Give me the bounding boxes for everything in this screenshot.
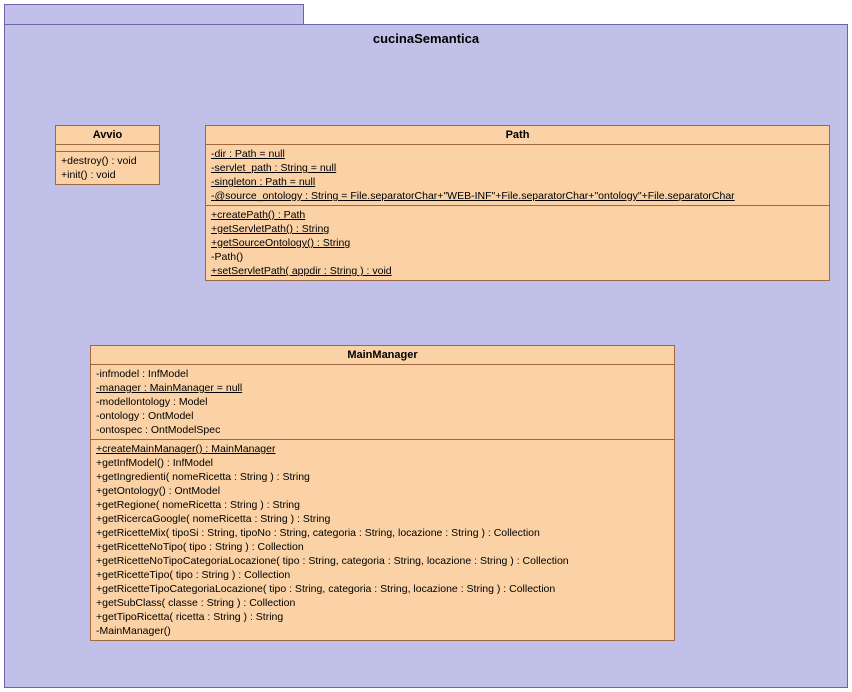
attributes-compartment: -dir : Path = null -servlet_path : Strin…: [206, 145, 829, 206]
attribute: -dir : Path = null: [211, 147, 824, 161]
uml-package: cucinaSemantica Avvio +destroy() : void …: [4, 4, 848, 688]
operation: +getTipoRicetta( ricetta : String ) : St…: [96, 610, 669, 624]
operation: +getServletPath() : String: [211, 222, 824, 236]
attributes-compartment: -infmodel : InfModel -manager : MainMana…: [91, 365, 674, 440]
attribute: -ontology : OntModel: [96, 409, 669, 423]
operation: +getRicetteTipoCategoriaLocazione( tipo …: [96, 582, 669, 596]
attribute: -modellontology : Model: [96, 395, 669, 409]
package-body: cucinaSemantica Avvio +destroy() : void …: [4, 24, 848, 688]
operation: -MainManager(): [96, 624, 669, 638]
operation: +createPath() : Path: [211, 208, 824, 222]
attribute: -@source_ontology : String = File.separa…: [211, 189, 824, 203]
operation: +getRegione( nomeRicetta : String ) : St…: [96, 498, 669, 512]
class-avvio: Avvio +destroy() : void +init() : void: [55, 125, 160, 185]
operation: +getRicetteMix( tipoSi : String, tipoNo …: [96, 526, 669, 540]
operation: +destroy() : void: [61, 154, 154, 168]
operation: +init() : void: [61, 168, 154, 182]
attribute: -singleton : Path = null: [211, 175, 824, 189]
operation: +getRicetteNoTipo( tipo : String ) : Col…: [96, 540, 669, 554]
attribute: -manager : MainManager = null: [96, 381, 669, 395]
attribute: -ontospec : OntModelSpec: [96, 423, 669, 437]
class-mainmanager: MainManager -infmodel : InfModel -manage…: [90, 345, 675, 641]
operation: +getOntology() : OntModel: [96, 484, 669, 498]
class-title: MainManager: [91, 346, 674, 365]
operation: +getSubClass( classe : String ) : Collec…: [96, 596, 669, 610]
class-path: Path -dir : Path = null -servlet_path : …: [205, 125, 830, 281]
operations-compartment: +createPath() : Path +getServletPath() :…: [206, 206, 829, 280]
operation: +getSourceOntology() : String: [211, 236, 824, 250]
operation: +getIngredienti( nomeRicetta : String ) …: [96, 470, 669, 484]
class-title: Path: [206, 126, 829, 145]
operations-compartment: +createMainManager() : MainManager +getI…: [91, 440, 674, 640]
attribute: -infmodel : InfModel: [96, 367, 669, 381]
operation: +createMainManager() : MainManager: [96, 442, 669, 456]
operation: -Path(): [211, 250, 824, 264]
operation: +getRicetteTipo( tipo : String ) : Colle…: [96, 568, 669, 582]
package-title: cucinaSemantica: [5, 31, 847, 46]
operation: +getRicercaGoogle( nomeRicetta : String …: [96, 512, 669, 526]
operation: +getRicetteNoTipoCategoriaLocazione( tip…: [96, 554, 669, 568]
operation: +getInfModel() : InfModel: [96, 456, 669, 470]
package-tab: [4, 4, 304, 24]
operations-compartment: +destroy() : void +init() : void: [56, 152, 159, 184]
attribute: -servlet_path : String = null: [211, 161, 824, 175]
class-title: Avvio: [56, 126, 159, 145]
attributes-compartment: [56, 145, 159, 152]
operation: +setServletPath( appdir : String ) : voi…: [211, 264, 824, 278]
